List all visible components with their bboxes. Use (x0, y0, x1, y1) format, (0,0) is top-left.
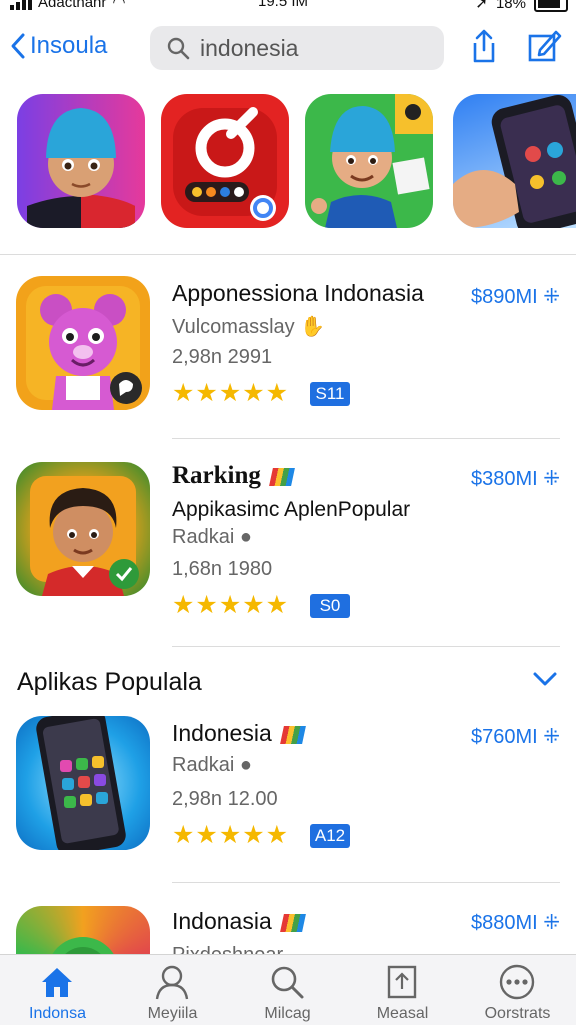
tab-label: Meyiila (147, 1005, 198, 1022)
app-title: Apponessiona Indonasia (172, 280, 424, 306)
home-icon (42, 968, 72, 997)
divider (172, 646, 560, 647)
tab-search[interactable]: Milcag (230, 955, 345, 1025)
app-list-item[interactable]: Apponessiona Indonasia Vulcomasslay ✋ 2,… (0, 276, 576, 426)
person-icon (155, 965, 189, 1000)
search-query: indonesia (200, 34, 299, 61)
back-button[interactable]: Insoula (10, 32, 107, 60)
red-camera-app-icon[interactable] (161, 94, 289, 228)
price-button[interactable]: $380MI ⁜ (471, 466, 560, 491)
smartphone-app-icon (16, 716, 150, 850)
status-time: 19.5 IM (258, 0, 309, 10)
search-input[interactable]: indonesia (150, 26, 444, 70)
navigation-bar: Insoula indonesia (0, 20, 576, 78)
tab-more[interactable]: Oorstrats (460, 955, 575, 1025)
document-icon (387, 965, 417, 999)
flag-icon (279, 913, 306, 932)
battery-icon (534, 0, 568, 12)
check-icon: ● (239, 754, 252, 776)
flag-icon (279, 725, 306, 744)
tab-label: Indonsa (29, 1005, 86, 1022)
share-icon[interactable] (466, 28, 502, 64)
rating-badge: S11 (310, 382, 350, 406)
status-bar: Adactnanr ◠ 19.5 IM ➚ 18% (0, 0, 576, 14)
divider (172, 438, 560, 439)
section-title: Aplikas Populala (17, 668, 202, 696)
app-subtitle: Appikasimc AplenPopular (172, 498, 411, 521)
rating-badge: A12 (310, 824, 350, 848)
app-developer: Radkai ● (172, 526, 252, 548)
price-button[interactable]: $890MI ⁜ (471, 284, 560, 309)
app-subtitle: Vulcomasslay ✋ (172, 316, 326, 338)
more-icon: ⁜ (543, 468, 560, 490)
app-title: Indonasia (172, 908, 306, 935)
search-icon (167, 37, 190, 60)
phone-in-hand-icon[interactable] (453, 94, 576, 228)
flag-icon (268, 468, 295, 487)
app-meta: 1,68n 1980 (172, 558, 273, 580)
check-icon: ● (239, 526, 252, 548)
signal-icon (10, 0, 32, 10)
featured-apps-row (0, 94, 576, 230)
more-icon: ⁜ (543, 912, 560, 934)
battery-percent: 18% (495, 0, 526, 12)
chevron-down-icon[interactable] (532, 670, 558, 688)
tab-label: Measal (376, 1005, 429, 1022)
colorful-app-icon (16, 906, 150, 954)
app-title: Indonesia (172, 720, 306, 747)
more-icon (499, 964, 535, 1000)
more-icon: ⁜ (543, 286, 560, 308)
compose-icon[interactable] (526, 28, 562, 64)
app-list-item[interactable]: Indonasia Pixdeshnear $880MI ⁜ (0, 906, 576, 954)
divider (172, 882, 560, 883)
pink-bear-app-icon (16, 276, 150, 410)
green-character-app-icon[interactable] (305, 94, 433, 228)
carrier-label: Adactnanr (38, 0, 107, 11)
boy-beanie-avatar-icon[interactable] (17, 94, 145, 228)
app-developer: Radkai ● (172, 754, 252, 776)
app-list-item[interactable]: Rarking Appikasimc AplenPopular Radkai ●… (0, 462, 576, 619)
back-label: Insoula (30, 32, 108, 59)
more-icon: ⁜ (543, 726, 560, 748)
tab-person[interactable]: Meyiila (115, 955, 230, 1025)
app-list-item[interactable]: Indonesia Radkai ● 2,98n 12.00 ★★★★★ A12… (0, 716, 576, 866)
boy-avatar-app-icon (16, 462, 150, 596)
hand-emoji-icon: ✋ (300, 316, 326, 338)
app-title: Rarking (172, 462, 295, 490)
star-rating: ★★★★★ (172, 591, 290, 619)
wifi-icon: ◠ (112, 0, 126, 11)
tab-home[interactable]: Indonsa (0, 955, 115, 1025)
star-rating: ★★★★★ (172, 379, 290, 407)
tab-label: Milcag (264, 1005, 311, 1022)
price-button[interactable]: $760MI ⁜ (471, 724, 560, 749)
tab-bar: Indonsa Meyiila Milcag Measal Oorstrats (0, 954, 576, 1025)
chevron-left-icon (11, 33, 25, 59)
divider (0, 254, 576, 255)
location-icon: ➚ (475, 0, 488, 12)
rating-badge: S0 (310, 594, 350, 618)
tab-label: Oorstrats (484, 1005, 551, 1022)
search-icon (271, 966, 304, 999)
app-meta: 2,98n 12.00 (172, 788, 278, 810)
app-developer: Pixdeshnear (172, 944, 283, 954)
app-meta: 2,98n 2991 (172, 346, 273, 368)
tab-document[interactable]: Measal (345, 955, 460, 1025)
star-rating: ★★★★★ (172, 821, 290, 849)
price-button[interactable]: $880MI ⁜ (471, 910, 560, 935)
